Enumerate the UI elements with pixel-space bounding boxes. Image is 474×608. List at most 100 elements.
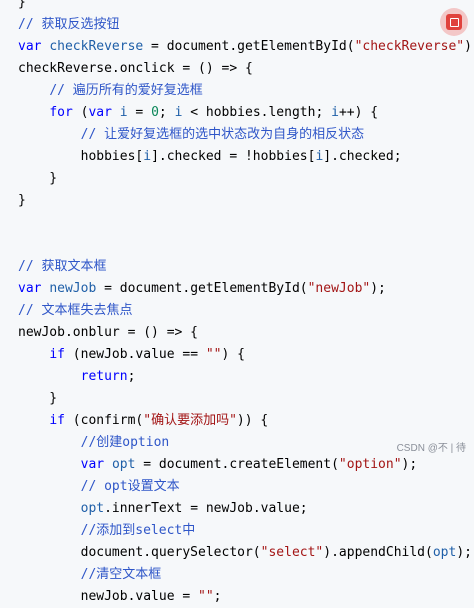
- code-token: var: [18, 39, 50, 54]
- code-line: newJob.value = "";: [18, 586, 222, 608]
- code-line: if (confirm("确认要添加吗")) {: [18, 410, 268, 432]
- code-token: )) {: [236, 413, 269, 428]
- code-token: // 获取文本框: [18, 259, 107, 274]
- code-token: // 遍历所有的爱好复选框: [49, 83, 203, 98]
- code-line: // 获取反选按钮: [18, 14, 119, 36]
- code-token: hobbies[: [18, 149, 144, 164]
- code-line: newJob.onblur = () => {: [18, 322, 198, 344]
- code-line: }: [18, 168, 57, 190]
- code-token: opt: [80, 501, 105, 516]
- code-token: "确认要添加吗": [143, 413, 237, 428]
- code-line: document.querySelector("select").appendC…: [18, 542, 472, 564]
- code-token: //添加到select中: [80, 523, 196, 538]
- code-token: );: [370, 281, 386, 296]
- code-token: }: [18, 391, 58, 406]
- copy-code-button[interactable]: [440, 8, 468, 36]
- code-token: );: [464, 39, 474, 54]
- code-line: }: [18, 388, 57, 410]
- code-token: "select": [260, 545, 324, 560]
- code-token: var: [80, 457, 112, 472]
- code-token: i: [331, 105, 339, 120]
- code-token: }: [18, 0, 26, 10]
- code-token: .innerText = newJob.value;: [104, 501, 308, 516]
- code-line: // 让爱好复选框的选中状态改为自身的相反状态: [18, 124, 364, 146]
- code-token: opt: [111, 457, 136, 472]
- code-token: if: [49, 347, 73, 362]
- code-token: //创建option: [80, 435, 170, 450]
- code-line: opt.innerText = newJob.value;: [18, 498, 308, 520]
- code-token: ;: [158, 105, 175, 120]
- code-token: ].checked;: [323, 149, 402, 164]
- code-token: return: [80, 369, 128, 384]
- code-line: var opt = document.createElement("option…: [18, 454, 418, 476]
- code-token: "": [205, 347, 222, 362]
- code-token: for: [49, 105, 81, 120]
- code-token: newJob: [49, 281, 97, 296]
- code-line: //创建option: [18, 432, 170, 454]
- code-line: // opt设置文本: [18, 476, 180, 498]
- code-token: );: [401, 457, 418, 472]
- code-token: = document.createElement(: [135, 457, 339, 472]
- csdn-watermark: CSDN @不 | 待: [396, 443, 466, 454]
- code-line: hobbies[i].checked = !hobbies[i].checked…: [18, 146, 402, 168]
- code-token: = document.getElementById(: [143, 39, 355, 54]
- copy-icon: [446, 14, 462, 30]
- code-line: }: [18, 0, 26, 14]
- code-token: (newJob.value ==: [72, 347, 206, 362]
- code-block: } // 获取反选按钮 var checkReverse = document.ge…: [0, 0, 474, 604]
- code-token: ) {: [221, 347, 245, 362]
- code-token: = document.getElementById(: [96, 281, 308, 296]
- code-token: ++) {: [338, 105, 379, 120]
- code-token: "newJob": [307, 281, 371, 296]
- code-token: // 获取反选按钮: [18, 17, 120, 32]
- code-token: }: [18, 193, 26, 208]
- code-token: "option": [338, 457, 402, 472]
- code-token: checkReverse: [49, 39, 144, 54]
- code-token: // opt设置文本: [80, 479, 180, 494]
- code-line: return;: [18, 366, 136, 388]
- code-token: "": [198, 589, 214, 604]
- code-token: < hobbies.length;: [182, 105, 332, 120]
- code-line: var newJob = document.getElementById("ne…: [18, 278, 386, 300]
- code-token: var: [18, 281, 50, 296]
- code-line: //清空文本框: [18, 564, 162, 586]
- code-token: }: [18, 171, 58, 186]
- code-token: newJob.onblur = () => {: [18, 325, 199, 340]
- code-token: checkReverse.onclick = () => {: [18, 61, 253, 76]
- code-line: if (newJob.value == "") {: [18, 344, 245, 366]
- code-line: checkReverse.onclick = () => {: [18, 58, 253, 80]
- code-token: i: [143, 149, 152, 164]
- code-token: 0: [151, 105, 159, 120]
- code-token: =: [127, 105, 152, 120]
- code-token: newJob.value =: [18, 589, 199, 604]
- code-line: // 文本框失去焦点: [18, 300, 132, 322]
- code-line: }: [18, 190, 26, 212]
- code-line: // 获取文本框: [18, 256, 106, 278]
- code-token: (confirm(: [72, 413, 144, 428]
- code-token: );: [456, 545, 472, 560]
- code-token: ;: [127, 369, 136, 384]
- code-line: // 遍历所有的爱好复选框: [18, 80, 203, 102]
- code-token: //清空文本框: [80, 567, 162, 582]
- code-token: if: [49, 413, 73, 428]
- code-token: ).appendChild(: [323, 545, 433, 560]
- code-line: for (var i = 0; i < hobbies.length; i++)…: [18, 102, 378, 124]
- code-token: ].checked = !hobbies[: [151, 149, 316, 164]
- code-token: ;: [213, 589, 222, 604]
- code-token: // 让爱好复选框的选中状态改为自身的相反状态: [80, 127, 365, 142]
- code-line: var checkReverse = document.getElementBy…: [18, 36, 474, 58]
- code-token: "checkReverse": [354, 39, 465, 54]
- code-token: opt: [432, 545, 457, 560]
